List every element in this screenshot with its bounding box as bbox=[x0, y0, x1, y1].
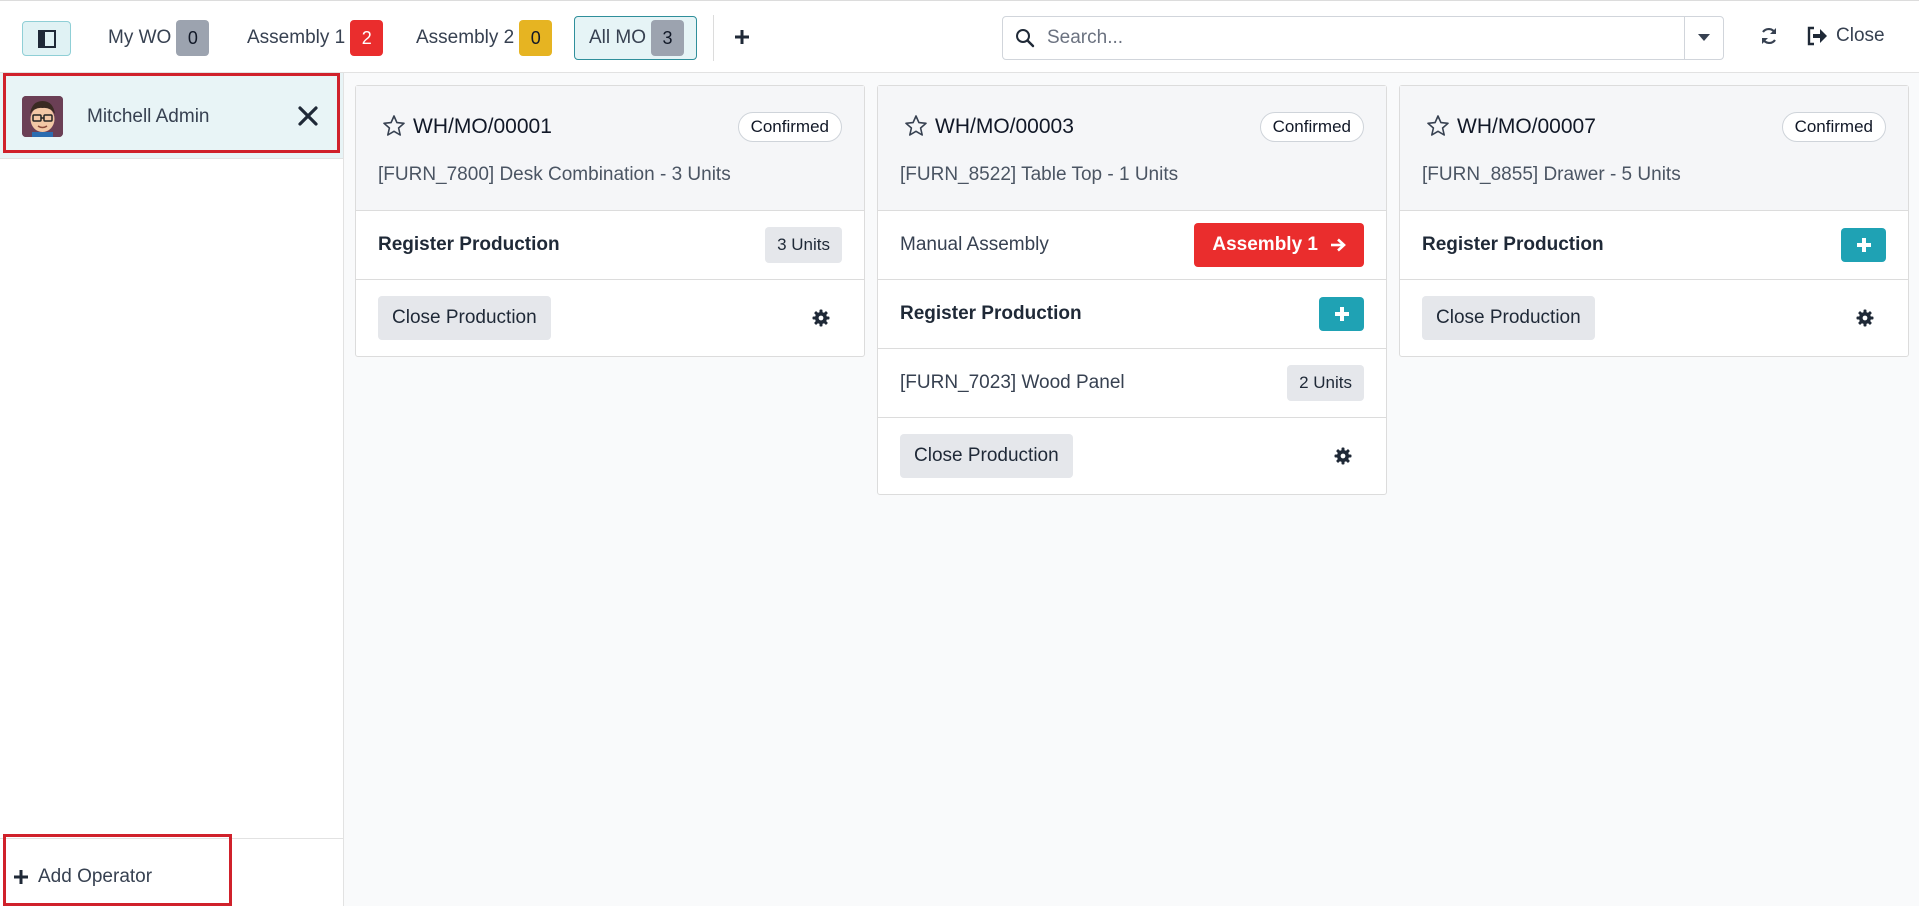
tab-assembly-2[interactable]: Assembly 2 0 bbox=[416, 16, 553, 60]
search-bar bbox=[1002, 16, 1724, 60]
sign-out-icon bbox=[1807, 26, 1827, 46]
search-icon bbox=[1016, 29, 1035, 48]
quantity-pill: 3 Units bbox=[765, 227, 842, 263]
workorder-button[interactable]: Assembly 1 bbox=[1194, 223, 1364, 267]
close-production-button[interactable]: Close Production bbox=[378, 296, 551, 340]
tab-label: All MO bbox=[589, 27, 646, 48]
panel-toggle-button[interactable] bbox=[22, 21, 71, 56]
close-production-button[interactable]: Close Production bbox=[1422, 296, 1595, 340]
product-line: [FURN_8522] Table Top - 1 Units bbox=[900, 164, 1179, 185]
workorder-row[interactable]: Manual Assembly Assembly 1 bbox=[878, 211, 1386, 280]
mo-card: WH/MO/00001 Confirmed [FURN_7800] Desk C… bbox=[355, 85, 865, 357]
tab-label: Assembly 1 bbox=[247, 27, 346, 48]
card-header[interactable]: WH/MO/00003 Confirmed [FURN_8522] Table … bbox=[878, 86, 1386, 211]
workorder-button-label: Assembly 1 bbox=[1212, 234, 1318, 255]
register-production-button[interactable] bbox=[1319, 297, 1364, 331]
mo-name: WH/MO/00007 bbox=[1457, 115, 1596, 138]
count-badge: 2 bbox=[350, 20, 384, 56]
count-badge: 3 bbox=[651, 20, 684, 56]
tab-assembly-1[interactable]: Assembly 1 2 bbox=[247, 16, 384, 60]
count-badge: 0 bbox=[176, 20, 210, 56]
gear-icon[interactable] bbox=[1334, 447, 1352, 465]
status-badge: Confirmed bbox=[737, 112, 842, 142]
star-icon[interactable] bbox=[1426, 114, 1450, 138]
row-label: Register Production bbox=[1422, 234, 1604, 255]
plus-icon bbox=[735, 30, 749, 44]
gear-icon[interactable] bbox=[812, 309, 830, 327]
search-options-toggle[interactable] bbox=[1684, 17, 1723, 59]
register-production-button[interactable] bbox=[1841, 228, 1886, 262]
plus-icon bbox=[14, 870, 28, 884]
plus-icon bbox=[1334, 307, 1349, 321]
row-label: Register Production bbox=[900, 303, 1082, 324]
row-label: [FURN_7023] Wood Panel bbox=[900, 372, 1125, 393]
close-button[interactable]: Close bbox=[1806, 21, 1885, 51]
star-icon[interactable] bbox=[382, 114, 406, 138]
component-row[interactable]: [FURN_7023] Wood Panel 2 Units bbox=[878, 349, 1386, 418]
count-badge: 0 bbox=[519, 20, 553, 56]
refresh-icon bbox=[1762, 27, 1776, 45]
register-production-row[interactable]: Register Production bbox=[1400, 211, 1908, 280]
close-label: Close bbox=[1836, 25, 1885, 46]
card-header[interactable]: WH/MO/00001 Confirmed [FURN_7800] Desk C… bbox=[356, 86, 864, 211]
caret-down-icon bbox=[1698, 34, 1710, 41]
add-operator-label: Add Operator bbox=[38, 866, 153, 887]
arrow-right-icon bbox=[1331, 238, 1346, 252]
row-label: Manual Assembly bbox=[900, 234, 1049, 255]
add-operator-row: Add Operator bbox=[0, 838, 343, 906]
search-input[interactable] bbox=[1047, 23, 1667, 53]
sidebar-toggle-icon bbox=[37, 29, 56, 48]
add-workcenter-button[interactable] bbox=[730, 21, 754, 53]
operator-item[interactable]: Mitchell Admin bbox=[0, 73, 343, 159]
card-footer: Close Production bbox=[356, 280, 864, 356]
status-badge: Confirmed bbox=[1781, 112, 1886, 142]
mo-card: WH/MO/00007 Confirmed [FURN_8855] Drawer… bbox=[1399, 85, 1909, 357]
gear-icon[interactable] bbox=[1856, 309, 1874, 327]
register-production-row[interactable]: Register Production 3 Units bbox=[356, 211, 864, 280]
quantity-pill: 2 Units bbox=[1287, 365, 1364, 401]
refresh-button[interactable] bbox=[1757, 23, 1781, 49]
divider bbox=[713, 15, 714, 61]
tab-label: Assembly 2 bbox=[416, 27, 515, 48]
top-bar: My WO 0 Assembly 1 2 Assembly 2 0 All MO… bbox=[0, 0, 1919, 73]
close-icon bbox=[298, 106, 318, 126]
avatar bbox=[22, 96, 63, 137]
operator-panel: Mitchell Admin Add Operator bbox=[0, 73, 344, 906]
tab-my-wo[interactable]: My WO 0 bbox=[108, 16, 210, 60]
tab-all-mo[interactable]: All MO 3 bbox=[574, 16, 697, 60]
plus-icon bbox=[1856, 238, 1871, 252]
row-label: Register Production bbox=[378, 234, 560, 255]
mo-name: WH/MO/00001 bbox=[413, 115, 552, 138]
product-line: [FURN_8855] Drawer - 5 Units bbox=[1422, 164, 1681, 185]
mo-card: WH/MO/00003 Confirmed [FURN_8522] Table … bbox=[877, 85, 1387, 495]
card-header[interactable]: WH/MO/00007 Confirmed [FURN_8855] Drawer… bbox=[1400, 86, 1908, 211]
operator-name: Mitchell Admin bbox=[87, 106, 210, 127]
card-footer: Close Production bbox=[1400, 280, 1908, 356]
card-footer: Close Production bbox=[878, 418, 1386, 494]
star-icon[interactable] bbox=[904, 114, 928, 138]
remove-operator-button[interactable] bbox=[296, 104, 320, 128]
mo-name: WH/MO/00003 bbox=[935, 115, 1074, 138]
status-badge: Confirmed bbox=[1259, 112, 1364, 142]
register-production-row[interactable]: Register Production bbox=[878, 280, 1386, 349]
tab-label: My WO bbox=[108, 27, 172, 48]
product-line: [FURN_7800] Desk Combination - 3 Units bbox=[378, 164, 731, 185]
add-operator-button[interactable]: Add Operator bbox=[14, 866, 152, 888]
close-production-button[interactable]: Close Production bbox=[900, 434, 1073, 478]
